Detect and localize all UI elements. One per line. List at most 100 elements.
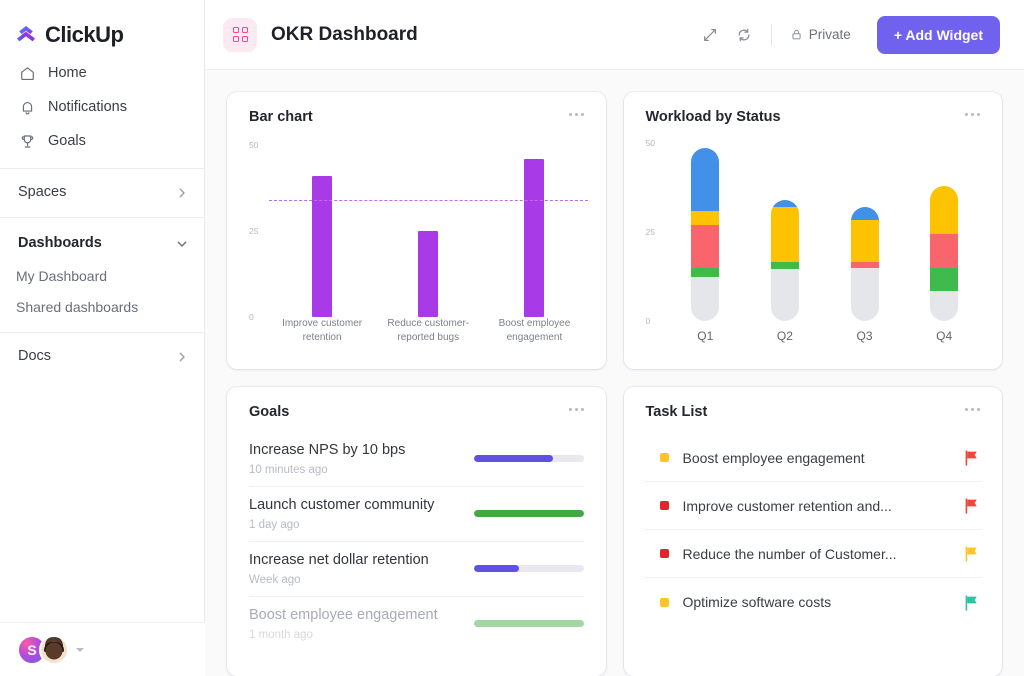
task-name: Optimize software costs [683,594,951,610]
y-axis-tick: 50 [646,138,655,148]
priority-flag-icon[interactable] [964,546,978,561]
privacy-label: Private [809,27,851,42]
chevron-right-icon [176,350,188,362]
stacked-bar-column[interactable] [666,143,746,321]
goal-text: Boost employee engagement1 month ago [249,606,460,641]
sidebar-item-my-dashboard[interactable]: My Dashboard [0,260,204,291]
sidebar-item-home[interactable]: Home [0,58,204,88]
bar[interactable] [312,176,332,317]
stack-segment[interactable] [691,211,719,225]
x-axis-tick: Q3 [825,329,905,351]
widget-title: Workload by Status [646,109,781,125]
expand-arrows-icon[interactable] [693,18,727,52]
more-options-icon[interactable] [565,404,588,415]
stacked-bar[interactable] [691,148,719,321]
bell-icon [18,98,36,116]
stack-segment[interactable] [930,234,958,268]
stack-segment[interactable] [771,269,799,321]
priority-flag-icon[interactable] [964,450,978,465]
sidebar-item-shared-dashboards[interactable]: Shared dashboards [0,291,204,322]
widget-task-list: Task List Boost employee engagementImpro… [624,387,1003,676]
stacked-bar[interactable] [771,200,799,321]
sidebar-item-label: Goals [48,133,86,149]
stack-segment[interactable] [691,277,719,322]
goal-text: Launch customer community1 day ago [249,496,460,531]
stack-segment[interactable] [851,220,879,263]
bar-column[interactable] [375,145,481,317]
divider [0,217,204,218]
privacy-status[interactable]: Private [782,27,859,42]
stack-segment[interactable] [771,200,799,207]
stack-segment[interactable] [851,268,879,321]
lock-icon [790,28,803,41]
task-row[interactable]: Improve customer retention and... [644,482,983,530]
stacked-bar-column[interactable] [825,143,905,321]
stack-segment[interactable] [851,207,879,219]
y-axis-tick: 50 [249,140,258,150]
sidebar-item-goals[interactable]: Goals [0,126,204,156]
stacked-bar-column[interactable] [745,143,825,321]
goal-row[interactable]: Launch customer community1 day ago [249,487,584,542]
stack-segment[interactable] [691,225,719,268]
goal-progress-bar [474,565,584,572]
app-root: ClickUp Home Notifications [0,0,1024,676]
more-options-icon[interactable] [961,404,984,415]
task-status-dot[interactable] [660,501,669,510]
goal-name: Increase net dollar retention [249,551,460,570]
chevron-right-icon [176,186,188,198]
task-row[interactable]: Optimize software costs [644,578,983,626]
bar[interactable] [418,231,438,317]
sidebar-section-docs[interactable]: Docs [0,339,204,373]
refresh-icon[interactable] [727,18,761,52]
priority-flag-icon[interactable] [964,595,978,610]
brand-logo[interactable]: ClickUp [0,0,204,52]
primary-nav: Home Notifications [0,58,204,156]
dashboard-grid-icon [223,18,257,52]
more-options-icon[interactable] [565,109,588,120]
x-axis-tick: Boost employee engagement [481,317,587,351]
sidebar-item-notifications[interactable]: Notifications [0,92,204,122]
goal-row[interactable]: Increase NPS by 10 bps10 minutes ago [249,432,584,487]
task-status-dot[interactable] [660,549,669,558]
goal-timestamp: 1 day ago [249,519,460,531]
sidebar-item-label: Notifications [48,99,127,115]
goal-progress-bar [474,620,584,627]
stacked-bar[interactable] [851,207,879,321]
y-axis-tick: 25 [646,227,655,237]
divider [771,24,772,46]
goal-row[interactable]: Boost employee engagement1 month ago [249,597,584,651]
x-axis-labels: Improve customer retentionReduce custome… [269,317,588,351]
priority-flag-icon[interactable] [964,498,978,513]
stacked-bar[interactable] [930,186,958,321]
stack-segment[interactable] [691,268,719,277]
goal-row[interactable]: Increase net dollar retentionWeek ago [249,542,584,597]
user-avatar[interactable] [39,635,69,665]
task-status-dot[interactable] [660,453,669,462]
stack-segment[interactable] [930,268,958,291]
bar-column[interactable] [269,145,375,317]
y-axis-tick: 25 [249,226,258,236]
plot-area [269,145,588,317]
user-avatar-bar[interactable]: S [0,622,205,676]
more-options-icon[interactable] [961,109,984,120]
bar-column[interactable] [481,145,587,317]
goal-progress-fill [474,455,553,462]
chevron-down-icon[interactable] [76,648,84,652]
add-widget-button[interactable]: + Add Widget [877,16,1000,54]
task-row[interactable]: Boost employee engagement [644,434,983,482]
trophy-icon [18,132,36,150]
stack-segment[interactable] [930,186,958,234]
stack-segment[interactable] [771,262,799,269]
widget-header: Bar chart [227,92,606,125]
stacked-bar-column[interactable] [904,143,984,321]
stack-segment[interactable] [930,291,958,321]
task-row[interactable]: Reduce the number of Customer... [644,530,983,578]
stack-segment[interactable] [771,207,799,262]
stack-segment[interactable] [691,148,719,210]
task-status-dot[interactable] [660,598,669,607]
sidebar-section-spaces[interactable]: Spaces [0,175,204,209]
sidebar-section-label: Spaces [18,184,66,200]
sidebar-section-dashboards[interactable]: Dashboards [0,226,204,260]
bar[interactable] [524,159,544,317]
goal-progress-bar [474,510,584,517]
